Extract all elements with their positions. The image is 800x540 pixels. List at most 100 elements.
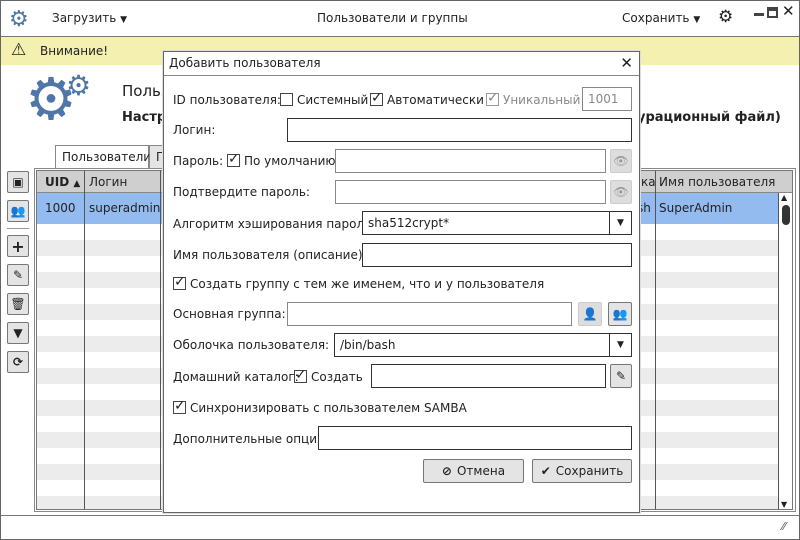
edit-button[interactable]: ✎ (7, 264, 29, 286)
chevron-down-icon: ▼ (693, 15, 701, 25)
toolbar-divider (7, 228, 29, 229)
chevron-down-icon: ▼ (120, 15, 128, 25)
description-input[interactable] (362, 243, 632, 267)
shell-select[interactable]: /bin/bash ▼ (334, 333, 632, 357)
filter-icon: ▼ (13, 326, 23, 340)
home-input[interactable] (371, 364, 606, 388)
primary-group-label: Основная группа: (173, 307, 286, 321)
window-title: Пользователи и группы (317, 11, 468, 25)
warning-text: Внимание! (40, 44, 109, 58)
load-menu[interactable]: Загрузить ▼ (52, 11, 127, 25)
chevron-down-icon: ▼ (609, 212, 631, 234)
eye-icon: 👁 (613, 154, 629, 168)
check-icon: ✔ (540, 464, 551, 478)
edit-icon: ✎ (12, 268, 24, 282)
plus-icon: + (11, 236, 25, 256)
extra-options-input[interactable] (318, 426, 632, 450)
page-subtitle-tail: урационный файл) (637, 110, 781, 125)
filter-button[interactable]: ▼ (7, 322, 29, 344)
app-gears-icon: ⚙ (9, 7, 29, 32)
id-input[interactable]: 1001 (582, 87, 632, 111)
trash-icon: 🗑 (10, 297, 26, 311)
home-create-checkbox[interactable]: Создать (294, 370, 363, 384)
minimize-button[interactable] (754, 13, 764, 16)
user-view-button[interactable]: ▣ (7, 171, 29, 193)
checkbox-checked-icon (173, 277, 186, 290)
checkbox-checked-icon (294, 370, 307, 383)
cell-login: superadmin (89, 201, 161, 215)
password-label: Пароль: (173, 154, 224, 168)
gear-icon[interactable]: ⚙ (718, 7, 733, 27)
cell-name: SuperAdmin (659, 201, 733, 215)
select-group-button[interactable]: 👥 (608, 302, 632, 326)
samba-label: Синхронизировать с пользователем SAMBA (190, 401, 467, 415)
eye-icon: 👁 (613, 185, 629, 199)
top-bar: ⚙ Загрузить ▼ Пользователи и группы Сохр… (1, 1, 799, 37)
save-label: Сохранить (555, 464, 624, 478)
system-checkbox[interactable]: Системный (280, 93, 368, 107)
close-window-button[interactable]: ✕ (782, 2, 795, 20)
user-icon: 👤 (582, 307, 598, 321)
add-user-dialog: Добавить пользователя ✕ ID пользователя:… (163, 51, 640, 513)
hash-select[interactable]: sha512crypt* ▼ (362, 211, 632, 235)
system-label: Системный (297, 93, 369, 107)
small-gear-icon: ⚙ (66, 69, 92, 102)
col-name[interactable]: Имя пользователя (659, 175, 775, 189)
login-input[interactable] (287, 118, 632, 142)
col-shell[interactable]: ка (641, 175, 656, 189)
save-menu[interactable]: Сохранить ▼ (622, 11, 700, 25)
confirm-password-input[interactable] (335, 180, 606, 204)
show-confirm-button[interactable]: 👁 (610, 180, 632, 204)
vertical-scrollbar[interactable]: ▲ ▼ (778, 193, 792, 509)
col-login[interactable]: Логин (89, 175, 127, 189)
hash-value: sha512crypt* (368, 216, 450, 230)
shell-label: Оболочка пользователя: (173, 338, 330, 352)
cancel-button[interactable]: ⊘ Отмена (423, 459, 524, 483)
create-group-checkbox[interactable]: Создать группу с тем же именем, что и у … (173, 277, 544, 291)
description-label: Имя пользователя (описание): (173, 248, 367, 262)
cancel-icon: ⊘ (441, 464, 452, 478)
group-view-button[interactable]: 👥 (7, 200, 29, 222)
cell-uid: 1000 (45, 201, 76, 215)
resize-grip-icon[interactable]: ⁄⁄ (782, 520, 786, 533)
col-uid-label: UID (45, 175, 70, 189)
users-icon: 👥 (10, 204, 26, 218)
login-label: Логин: (173, 123, 216, 137)
save-menu-label: Сохранить (622, 11, 690, 25)
edit-home-button[interactable]: ✎ (610, 364, 632, 388)
sort-asc-icon: ▲ (73, 179, 81, 189)
scroll-up-icon[interactable]: ▲ (781, 193, 787, 202)
create-group-label: Создать группу с тем же именем, что и у … (190, 277, 545, 291)
password-input[interactable] (335, 149, 606, 173)
default-password-checkbox[interactable]: По умолчанию (227, 154, 336, 168)
contact-card-icon: ▣ (12, 175, 24, 189)
extra-options-label: Дополнительные опции: (173, 432, 329, 446)
select-user-button[interactable]: 👤 (578, 302, 602, 326)
checkbox-checked-icon (173, 401, 186, 414)
page-title: Польз (122, 82, 169, 100)
maximize-button[interactable] (767, 7, 778, 18)
auto-checkbox[interactable]: Автоматически (370, 93, 484, 107)
checkbox-checked-icon (486, 93, 499, 106)
load-menu-label: Загрузить (52, 11, 117, 25)
col-uid[interactable]: UID ▲ (45, 175, 80, 189)
home-create-label: Создать (311, 370, 363, 384)
unique-label: Уникальный (503, 93, 581, 107)
add-button[interactable]: + (7, 235, 29, 257)
save-button[interactable]: ✔ Сохранить (532, 459, 632, 483)
close-icon[interactable]: ✕ (620, 54, 633, 72)
confirm-label: Подтвердите пароль: (173, 185, 310, 199)
show-password-button[interactable]: 👁 (610, 149, 632, 173)
scroll-thumb[interactable] (782, 205, 790, 225)
id-label: ID пользователя: (173, 93, 281, 107)
scroll-down-icon[interactable]: ▼ (781, 500, 787, 509)
samba-checkbox[interactable]: Синхронизировать с пользователем SAMBA (173, 401, 467, 415)
refresh-icon: ⟳ (12, 355, 24, 369)
refresh-button[interactable]: ⟳ (7, 351, 29, 373)
home-label: Домашний каталог: (173, 370, 299, 384)
delete-button[interactable]: 🗑 (7, 293, 29, 315)
edit-icon: ✎ (615, 369, 627, 383)
unique-checkbox[interactable]: Уникальный (486, 93, 580, 107)
tab-users[interactable]: Пользователи (55, 145, 151, 169)
primary-group-input[interactable] (287, 302, 572, 326)
